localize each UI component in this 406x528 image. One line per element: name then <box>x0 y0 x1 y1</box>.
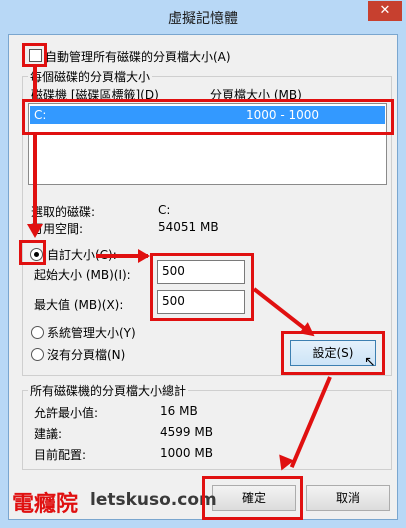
annotation-line-1 <box>33 66 37 101</box>
system-managed-radio[interactable] <box>31 326 44 339</box>
no-paging-label: 沒有分頁檔(N) <box>47 348 126 362</box>
free-space-value: 54051 MB <box>158 220 219 234</box>
window-title: 虛擬記憶體 <box>168 11 238 27</box>
current-label: 目前配置: <box>34 448 87 462</box>
no-paging-radio[interactable] <box>31 348 44 361</box>
per-drive-group-label: 每個磁碟的分頁檔大小 <box>28 68 153 85</box>
annotation-arrowhead-down <box>27 224 43 238</box>
recommended-label: 建議: <box>34 427 63 441</box>
watermark-cn: 電癮院 <box>12 492 79 517</box>
selected-drive-label: 選取的磁碟: <box>31 205 96 219</box>
system-managed-label: 系統管理大小(Y) <box>47 326 136 340</box>
annotation-line-2 <box>33 135 37 228</box>
annotation-arrowhead-right <box>138 249 150 263</box>
initial-size-label: 起始大小 (MB)(I): <box>34 268 131 282</box>
annotation-box-radio <box>19 240 46 265</box>
current-value: 1000 MB <box>160 446 213 460</box>
max-size-label: 最大值 (MB)(X): <box>34 298 124 312</box>
min-size-label: 允許最小值: <box>34 406 99 420</box>
annotation-box-checkbox <box>22 43 47 67</box>
annotation-box-inputs <box>150 253 254 321</box>
totals-group-label: 所有磁碟機的分頁檔大小總計 <box>28 382 189 399</box>
min-size-value: 16 MB <box>160 404 198 418</box>
close-button[interactable]: ✕ <box>368 1 402 21</box>
watermark-en: letskuso.com <box>90 490 217 510</box>
annotation-box-ok <box>202 476 303 520</box>
annotation-box-list <box>22 99 394 135</box>
cancel-button[interactable]: 取消 <box>306 485 390 511</box>
auto-manage-label: 自動管理所有磁碟的分頁檔大小(A) <box>45 50 231 64</box>
recommended-value: 4599 MB <box>160 425 213 439</box>
selected-drive-value: C: <box>158 203 171 217</box>
annotation-box-set <box>281 331 385 375</box>
